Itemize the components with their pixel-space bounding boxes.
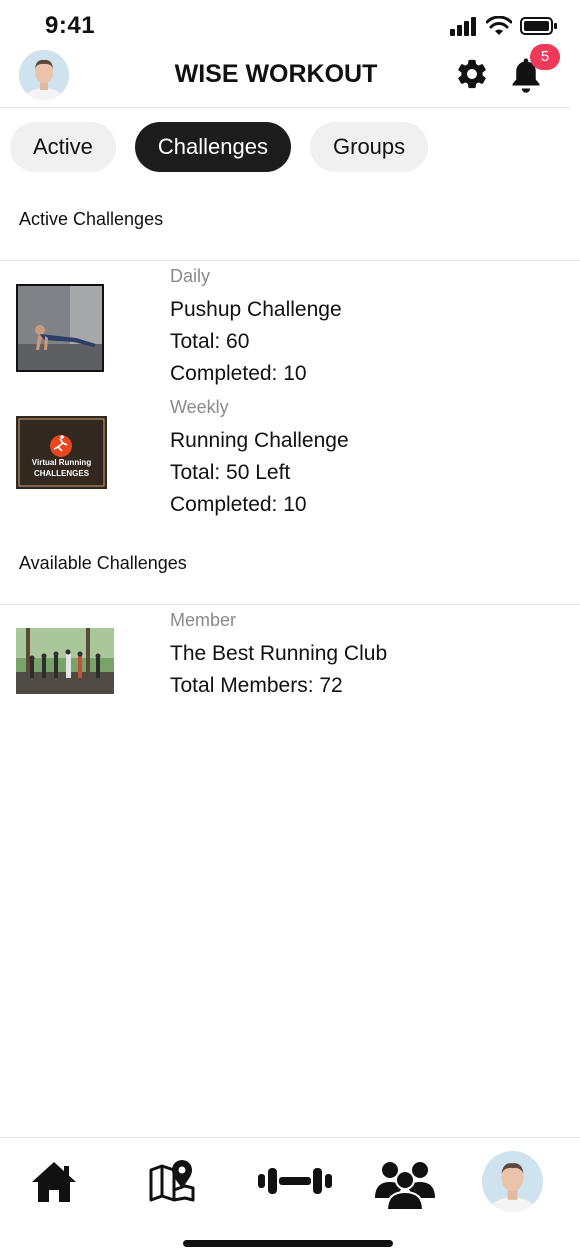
bottom-nav: [0, 1137, 580, 1257]
status-bar: 9:41: [0, 0, 580, 50]
home-icon[interactable]: [30, 1160, 78, 1204]
thumb-caption-bottom: CHALLENGES: [33, 469, 90, 478]
tab-groups[interactable]: Groups: [310, 122, 429, 172]
group-icon[interactable]: [373, 1158, 437, 1210]
divider: [0, 604, 580, 605]
list-item[interactable]: Daily Pushup Challenge Total: 60 Complet…: [0, 262, 580, 390]
challenge-frequency: Daily: [170, 266, 211, 286]
club-name: The Best Running Club: [170, 642, 388, 665]
list-item[interactable]: Member The Best Running Club Total Membe…: [0, 606, 580, 706]
wifi-icon: [486, 16, 512, 35]
tab-bar: Active Challenges Groups: [10, 122, 429, 172]
challenge-total: Total: 50 Left: [170, 461, 291, 484]
pushup-thumbnail: [16, 284, 104, 372]
status-icons: [450, 16, 558, 36]
running-thumbnail: Virtual Running CHALLENGES: [16, 416, 107, 489]
challenge-frequency: Weekly: [170, 397, 229, 417]
notification-badge: 5: [530, 44, 560, 70]
list-item[interactable]: Virtual Running CHALLENGES Weekly Runnin…: [0, 393, 580, 523]
thumb-caption-top: Virtual Running: [31, 458, 92, 467]
battery-icon: [520, 17, 557, 35]
challenge-total: Total: 60: [170, 330, 250, 353]
available-challenges-title: Available Challenges: [19, 553, 187, 573]
tab-challenges[interactable]: Challenges: [134, 122, 291, 172]
challenge-completed: Completed: 10: [170, 362, 307, 385]
signal-icon: [450, 17, 476, 36]
challenge-type: Member: [170, 610, 237, 630]
map-pin-icon[interactable]: [148, 1158, 196, 1204]
tab-active[interactable]: Active: [10, 122, 116, 172]
challenge-name: Pushup Challenge: [170, 298, 342, 321]
gear-icon[interactable]: [455, 57, 489, 91]
divider: [0, 260, 580, 261]
home-indicator: [183, 1240, 393, 1247]
club-members: Total Members: 72: [170, 674, 343, 697]
active-challenges-title: Active Challenges: [19, 209, 164, 229]
challenge-completed: Completed: 10: [170, 493, 307, 516]
status-time: 9:41: [45, 12, 96, 39]
running-club-thumbnail: [16, 628, 114, 694]
app-header: WISE WORKOUT 5: [0, 44, 570, 108]
challenge-name: Running Challenge: [170, 429, 349, 452]
profile-avatar[interactable]: [482, 1151, 543, 1212]
dumbbell-icon[interactable]: [258, 1166, 332, 1196]
